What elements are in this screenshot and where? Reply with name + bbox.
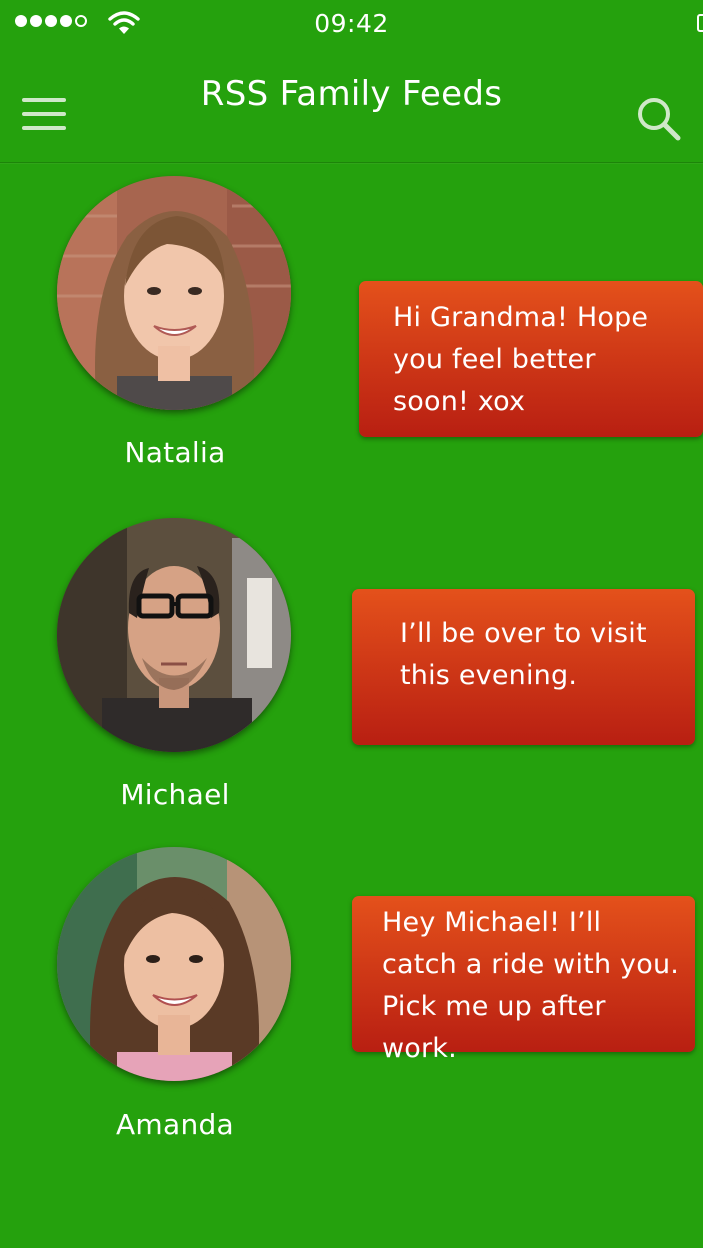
avatar[interactable] bbox=[57, 518, 291, 752]
avatar[interactable] bbox=[57, 847, 291, 1081]
message-text: Hey Michael! I’ll catch a ride with you.… bbox=[382, 907, 680, 1064]
status-time: 09:42 bbox=[314, 9, 389, 38]
member-name: Natalia bbox=[124, 436, 226, 469]
message-bubble[interactable]: Hey Michael! I’ll catch a ride with you.… bbox=[352, 896, 695, 1064]
status-bar: 09:42 bbox=[0, 0, 703, 50]
search-icon[interactable] bbox=[634, 94, 686, 146]
message-text: Hi Grandma! Hope you feel better soon! x… bbox=[393, 302, 649, 417]
member-name: Michael bbox=[120, 778, 230, 811]
message-text: I’ll be over to visit this evening. bbox=[400, 618, 647, 691]
nav-bar: RSS Family Feeds bbox=[0, 50, 703, 163]
message-bubble[interactable]: I’ll be over to visit this evening. bbox=[352, 589, 695, 745]
avatar[interactable] bbox=[57, 176, 291, 410]
page-title: RSS Family Feeds bbox=[200, 74, 503, 114]
member-name: Amanda bbox=[115, 1108, 235, 1141]
message-bubble[interactable]: Hi Grandma! Hope you feel better soon! x… bbox=[359, 281, 703, 437]
battery-icon bbox=[697, 14, 703, 32]
